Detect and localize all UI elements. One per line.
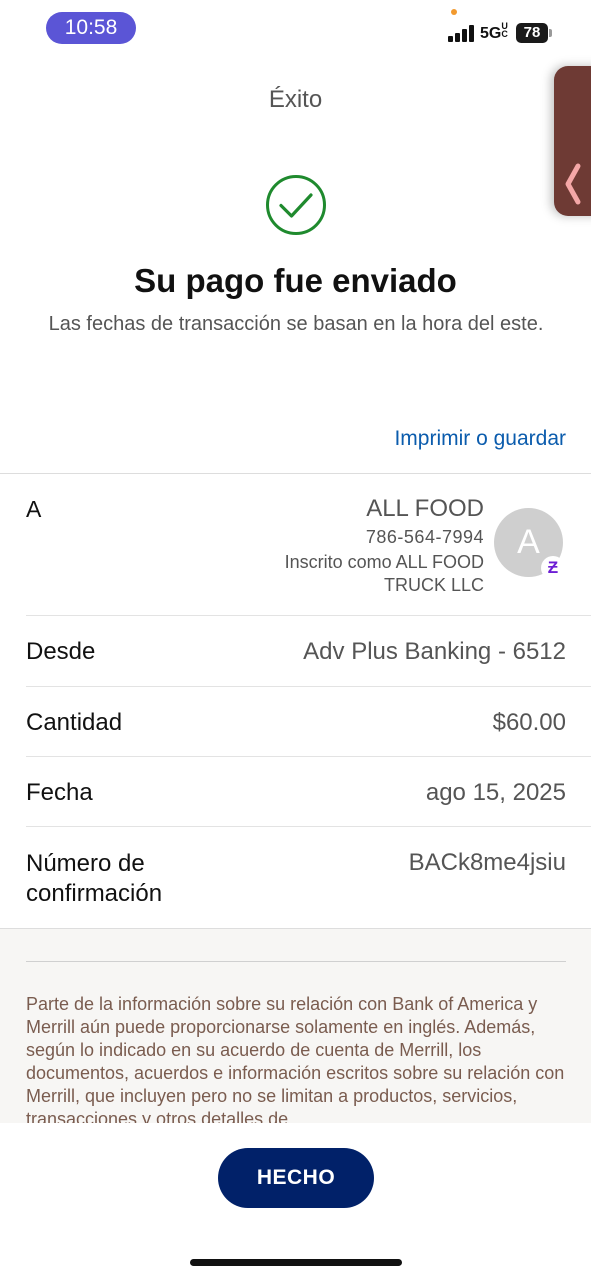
network-type: 5GUC	[480, 22, 509, 43]
recipient-label: A	[26, 496, 42, 522]
date-value: ago 15, 2025	[425, 779, 566, 806]
date-label: Fecha	[26, 779, 93, 806]
status-time[interactable]: 10:58	[46, 12, 136, 44]
success-check-icon	[266, 175, 326, 235]
row-divider	[26, 615, 591, 616]
from-label: Desde	[26, 638, 96, 665]
section-divider	[0, 473, 591, 474]
timezone-note: Las fechas de transacción se basan en la…	[48, 313, 544, 335]
row-divider	[26, 826, 591, 827]
disclaimer-section[interactable]: Parte de la información sobre su relació…	[0, 929, 591, 1123]
confirmation-number-value: BACk8me4jsiu	[408, 849, 566, 876]
page-title: Éxito	[268, 86, 323, 113]
row-divider	[26, 756, 591, 757]
amount-label: Cantidad	[26, 709, 123, 736]
home-indicator[interactable]	[190, 1259, 402, 1266]
privacy-indicator-dot	[451, 9, 457, 15]
zelle-icon: Ƶ	[541, 556, 565, 580]
confirmation-headline: Su pago fue enviado	[134, 262, 457, 299]
cellular-signal-icon	[448, 25, 476, 42]
battery-tip	[549, 29, 552, 37]
row-divider	[26, 686, 591, 687]
print-or-save-link[interactable]: Imprimir o guardar	[394, 427, 566, 451]
chevron-left-icon	[565, 163, 581, 205]
network-suffix: UC	[501, 21, 508, 39]
recipient-enrolled-name: Inscrito como ALL FOOD TRUCK LLC	[284, 552, 484, 595]
amount-value: $60.00	[492, 709, 566, 736]
done-button[interactable]: HECHO	[218, 1148, 374, 1208]
disclaimer-text: Parte de la información sobre su relació…	[26, 994, 565, 1123]
status-bar: 10:58 5GUC 78	[0, 0, 591, 58]
disclaimer-divider	[26, 961, 566, 962]
network-label: 5G	[480, 25, 502, 42]
recipient-name: ALL FOOD	[366, 495, 484, 522]
confirmation-number-label: Número de confirmación	[26, 850, 163, 907]
battery-icon: 78	[516, 23, 548, 43]
recipient-phone: 786-564-7994	[365, 527, 484, 547]
from-account-value: Adv Plus Banking - 6512	[303, 638, 566, 665]
